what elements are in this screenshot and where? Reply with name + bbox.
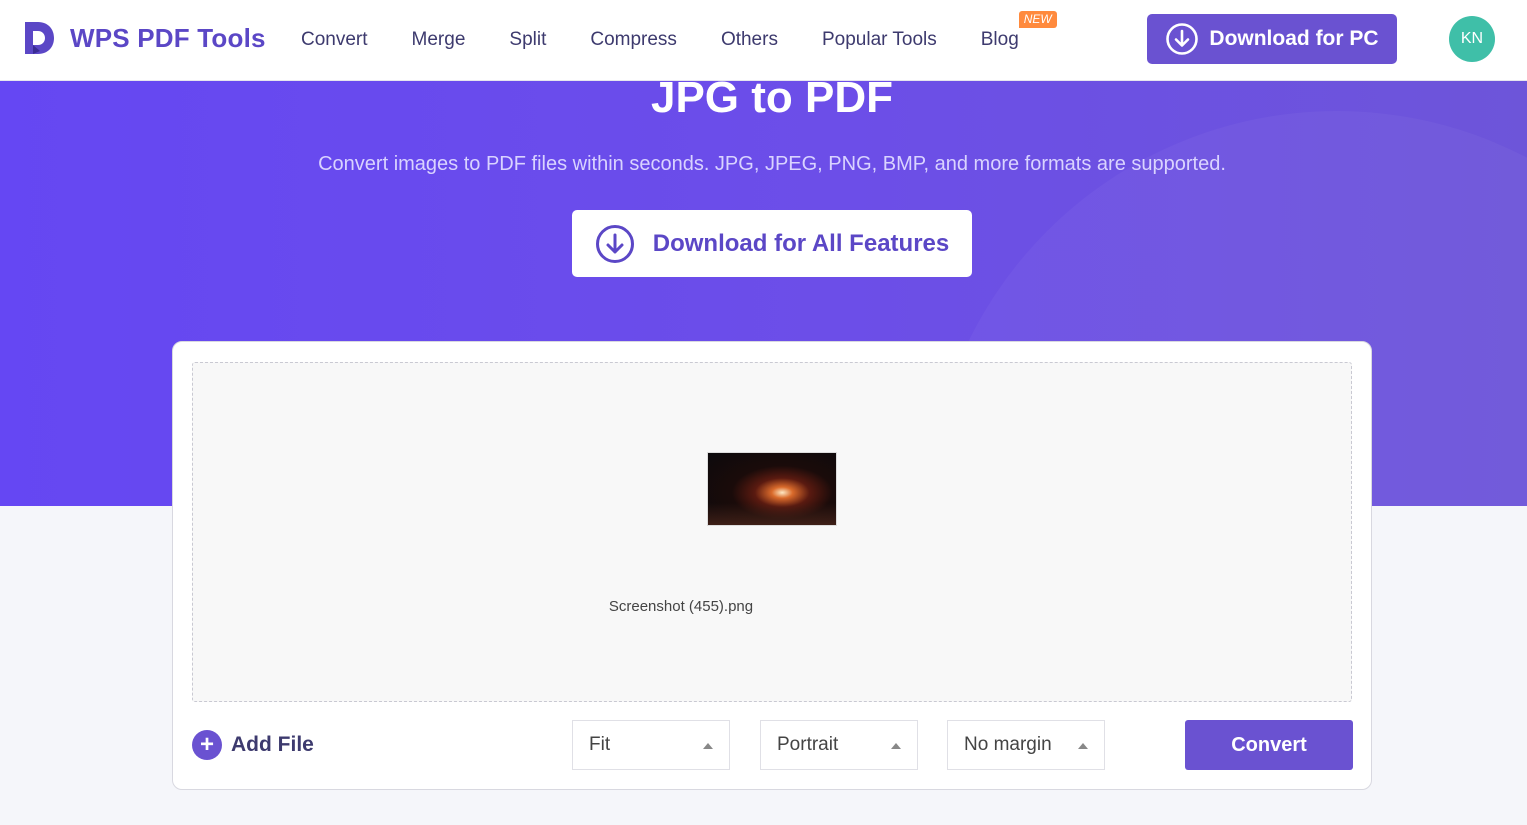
page-subtitle: Convert images to PDF files within secon… xyxy=(318,153,1226,175)
file-drop-zone[interactable]: Screenshot (455).png xyxy=(192,362,1352,702)
margin-select[interactable]: No margin xyxy=(947,720,1105,770)
file-name: Screenshot (455).png xyxy=(608,598,754,615)
page-title: JPG to PDF xyxy=(650,81,894,122)
add-file-button[interactable]: + Add File xyxy=(192,730,314,760)
wps-pdf-logo-icon xyxy=(25,22,54,54)
add-file-label: Add File xyxy=(231,733,314,756)
plus-icon: + xyxy=(192,730,222,760)
page-size-value: Fit xyxy=(589,734,611,755)
orientation-select[interactable]: Portrait xyxy=(760,720,918,770)
margin-value: No margin xyxy=(964,734,1052,755)
nav-convert[interactable]: Convert xyxy=(301,29,368,51)
file-thumbnail[interactable] xyxy=(707,452,837,526)
new-badge: NEW xyxy=(1018,11,1057,28)
main-nav: Convert Merge Split Compress Others Popu… xyxy=(301,0,1063,80)
brand-logo[interactable]: WPS PDF Tools xyxy=(22,20,266,56)
nav-split[interactable]: Split xyxy=(509,29,546,51)
nav-popular-tools[interactable]: Popular Tools xyxy=(822,29,937,51)
nav-blog[interactable]: Blog NEW xyxy=(980,11,1057,51)
brand-name: WPS PDF Tools xyxy=(70,22,266,53)
download-all-features-button[interactable]: Download for All Features xyxy=(572,210,972,277)
caret-up-icon xyxy=(1078,743,1088,749)
download-circle-icon xyxy=(1166,23,1199,55)
convert-button[interactable]: Convert xyxy=(1185,720,1353,770)
nav-merge[interactable]: Merge xyxy=(412,29,466,51)
converter-card: Screenshot (455).png + Add File Fit Port… xyxy=(172,341,1372,790)
top-header: WPS PDF Tools Convert Merge Split Compre… xyxy=(0,0,1527,81)
caret-up-icon xyxy=(891,743,901,749)
download-for-pc-label: Download for PC xyxy=(1209,27,1379,50)
nav-blog-label: Blog xyxy=(980,29,1019,50)
download-for-pc-button[interactable]: Download for PC xyxy=(1147,14,1397,64)
download-all-features-label: Download for All Features xyxy=(652,229,950,257)
download-circle-icon xyxy=(595,224,634,263)
nav-compress[interactable]: Compress xyxy=(590,29,677,51)
orientation-value: Portrait xyxy=(777,734,839,755)
caret-up-icon xyxy=(703,743,713,749)
page-size-select[interactable]: Fit xyxy=(572,720,730,770)
nav-others[interactable]: Others xyxy=(721,29,778,51)
user-avatar[interactable]: KN xyxy=(1449,16,1495,62)
